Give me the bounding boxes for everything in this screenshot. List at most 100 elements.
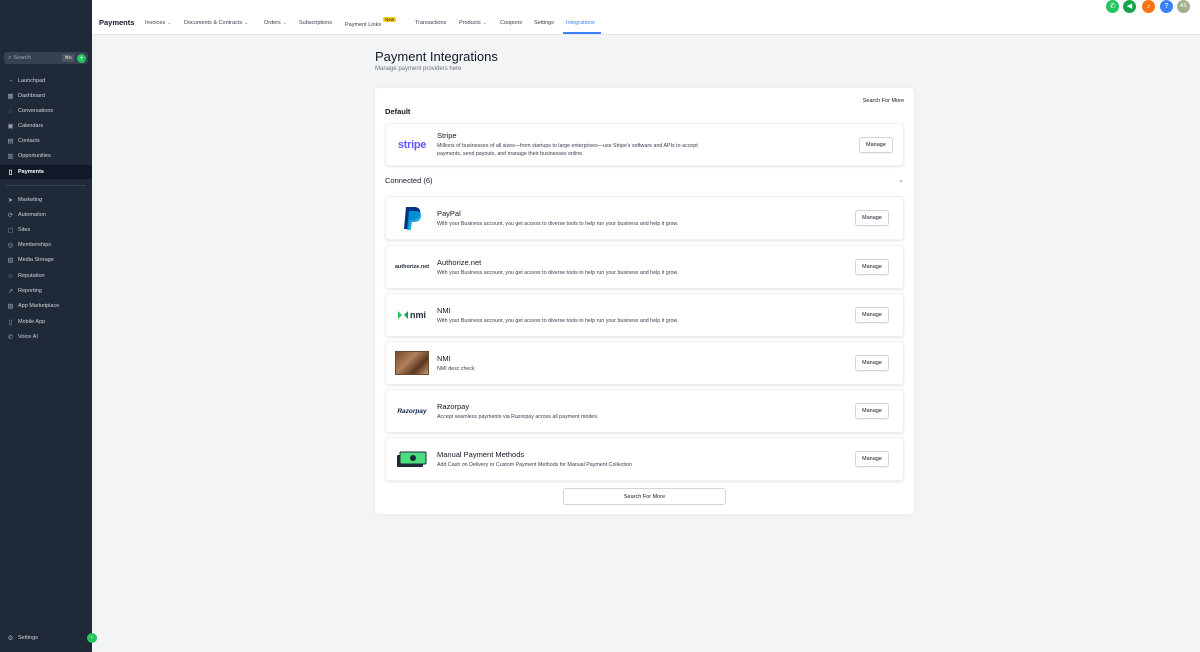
page-subtitle: Manage payment providers here — [375, 66, 462, 72]
sidebar-item-app-marketplace[interactable]: ▨ App Marketplace — [0, 299, 92, 313]
sidebar-item-label: Opportunities — [18, 153, 51, 159]
tab-invoices[interactable]: Invoices ⌄ — [145, 20, 171, 26]
sidebar-item-label: Contacts — [18, 138, 40, 144]
sidebar-item-mobile-app[interactable]: ▯ Mobile App — [0, 315, 92, 329]
tab-payment-links[interactable]: Payment LinksNew — [345, 17, 397, 28]
sidebar-item-label: Marketing — [18, 197, 43, 203]
sidebar-item-media-storage[interactable]: ▧ Media Storage — [0, 253, 92, 267]
top-nav: Payments Invoices ⌄ Documents & Contracts… — [92, 0, 1200, 35]
sidebar-item-marketing[interactable]: ➤ Marketing — [0, 193, 92, 207]
authorize-net-logo: authorize.net — [394, 254, 430, 280]
send-icon: ➤ — [7, 197, 14, 204]
provider-name: NMI — [437, 306, 451, 315]
sidebar-item-payments[interactable]: ▯ Payments — [0, 165, 92, 179]
manage-button[interactable]: Manage — [855, 451, 889, 467]
default-section-heading: Default — [385, 107, 411, 116]
sidebar-item-reporting[interactable]: ↗ Reporting — [0, 284, 92, 298]
tab-coupons[interactable]: Coupons — [500, 20, 522, 26]
sidebar-search-placeholder: Search — [13, 55, 31, 61]
manage-button[interactable]: Manage — [855, 403, 889, 419]
provider-card-manual-payment: Manual Payment Methods Add Cash on Deliv… — [385, 437, 904, 481]
funnel-icon: ▥ — [7, 153, 14, 160]
sidebar-divider — [6, 185, 86, 186]
provider-description: With your Business account, you get acce… — [437, 318, 679, 324]
tab-label: Transactions — [415, 20, 447, 26]
megaphone-icon[interactable]: ◀ — [1123, 0, 1136, 13]
sidebar-item-label: Automation — [18, 212, 46, 218]
search-for-more-button[interactable]: Search For More — [563, 488, 726, 505]
search-shortcut: ⌘K — [62, 54, 74, 62]
star-icon: ☆ — [7, 273, 14, 280]
stripe-logo-text: stripe — [397, 138, 427, 151]
mobile-icon: ▯ — [8, 319, 13, 326]
razorpay-logo: Razorpay — [394, 398, 430, 424]
chart-icon: ↗ — [7, 288, 14, 295]
sidebar-item-label: Settings — [18, 635, 38, 641]
tab-label: Invoices — [145, 20, 166, 26]
connected-section-heading: Connected (6) — [385, 176, 433, 185]
authorize-net-logo-text: authorize.net — [394, 264, 430, 270]
gear-icon: ⚙ — [7, 635, 14, 642]
calendar-icon: ▣ — [7, 123, 14, 130]
manage-button[interactable]: Manage — [855, 210, 889, 226]
sidebar-item-opportunities[interactable]: ▥ Opportunities — [0, 149, 92, 163]
sidebar-item-automation[interactable]: ⟳ Automation — [0, 208, 92, 222]
tab-label: Orders — [264, 20, 281, 26]
active-tab-indicator — [563, 32, 601, 34]
sidebar-item-label: Launchpad — [18, 78, 46, 84]
sidebar-item-voice-ai[interactable]: ✆ Voice AI — [0, 330, 92, 344]
sidebar-item-label: Sites — [18, 227, 31, 233]
sidebar-item-label: Mobile App — [18, 319, 46, 325]
tab-products[interactable]: Products ⌄ — [459, 20, 487, 26]
marketplace-icon: ▨ — [7, 303, 14, 310]
avatar[interactable]: AS — [1177, 0, 1190, 13]
sidebar-item-settings[interactable]: ⚙ Settings — [0, 631, 92, 645]
sidebar-item-label: Memberships — [18, 242, 52, 248]
sites-icon: ▢ — [7, 227, 14, 234]
manage-button[interactable]: Manage — [855, 307, 889, 323]
sidebar-item-label: Payments — [18, 169, 44, 175]
sidebar-item-sites[interactable]: ▢ Sites — [0, 223, 92, 237]
tab-documents-contracts[interactable]: Documents & Contracts ⌄ — [184, 20, 248, 26]
provider-card-stripe: stripe Stripe Millions of businesses of … — [385, 123, 904, 166]
sidebar-item-memberships[interactable]: ◎ Memberships — [0, 238, 92, 252]
manage-button[interactable]: Manage — [855, 259, 889, 275]
stripe-logo: stripe — [394, 132, 430, 158]
tab-transactions[interactable]: Transactions — [415, 20, 446, 26]
quick-add-button[interactable]: + — [77, 53, 86, 63]
sidebar-collapse-button[interactable]: ‹ — [87, 633, 97, 643]
sidebar-search-input[interactable]: ⌕ Search ⌘K + — [4, 52, 88, 64]
chevron-down-icon: ⌄ — [167, 20, 172, 26]
phone-icon[interactable]: ✆ — [1106, 0, 1119, 13]
tab-integrations[interactable]: Integrations — [566, 20, 595, 26]
sidebar-item-contacts[interactable]: ▤ Contacts — [0, 134, 92, 148]
razorpay-logo-text: Razorpay — [397, 407, 427, 415]
tab-subscriptions[interactable]: Subscriptions — [299, 20, 332, 26]
sidebar-item-reputation[interactable]: ☆ Reputation — [0, 269, 92, 283]
search-icon: ⌕ — [8, 54, 12, 61]
tab-label: Integrations — [566, 20, 595, 26]
chevron-down-icon[interactable]: ⌄ — [898, 176, 904, 184]
manage-button[interactable]: Manage — [859, 136, 893, 153]
media-icon: ▧ — [7, 257, 14, 264]
manage-button[interactable]: Manage — [855, 355, 889, 371]
tab-settings[interactable]: Settings — [534, 20, 554, 26]
sidebar-item-launchpad[interactable]: ◔ Launchpad — [0, 74, 92, 88]
provider-name: PayPal — [437, 209, 461, 218]
sidebar-item-conversations[interactable]: ◌ Conversations — [0, 104, 92, 118]
tab-orders[interactable]: Orders ⌄ — [264, 20, 287, 26]
search-for-more-link[interactable]: Search For More — [863, 98, 904, 104]
sidebar-item-label: Reporting — [18, 288, 42, 294]
new-badge: New — [383, 17, 397, 22]
tab-label: Payment Links — [345, 22, 382, 28]
sidebar-item-calendars[interactable]: ▣ Calendars — [0, 119, 92, 133]
rocket-icon: ◔ — [8, 77, 13, 85]
sidebar-item-dashboard[interactable]: ▦ Dashboard — [0, 89, 92, 103]
help-icon[interactable]: ? — [1160, 0, 1173, 13]
nmi-logo-text: nmi — [409, 310, 426, 320]
provider-description: Add Cash on Delivery or Custom Payment M… — [437, 462, 632, 468]
membership-icon: ◎ — [7, 242, 14, 249]
app-title: Payments — [99, 18, 135, 27]
chevron-down-icon: ⌄ — [482, 20, 487, 26]
bell-icon[interactable]: ♪ — [1142, 0, 1155, 13]
